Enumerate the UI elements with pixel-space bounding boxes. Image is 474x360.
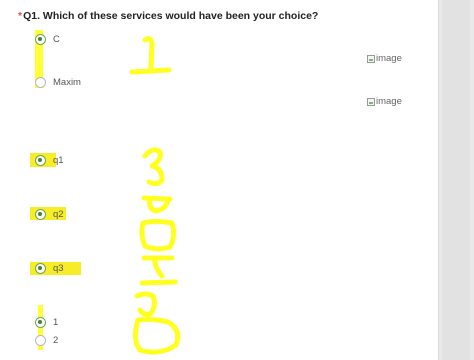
survey-page: *Q1. Which of these services would have …: [0, 0, 438, 360]
annotation-group-top: [142, 147, 165, 187]
annotation-group-p: [132, 291, 181, 355]
annotation-one: [129, 36, 172, 75]
handwritten-annotations: [129, 36, 181, 355]
scrollbar-thumb[interactable]: [442, 0, 470, 360]
annotation-group-u: [139, 255, 178, 286]
vertical-scrollbar[interactable]: [438, 0, 474, 360]
annotation-group-o: [139, 219, 177, 252]
annotation-group-r: [141, 195, 173, 214]
